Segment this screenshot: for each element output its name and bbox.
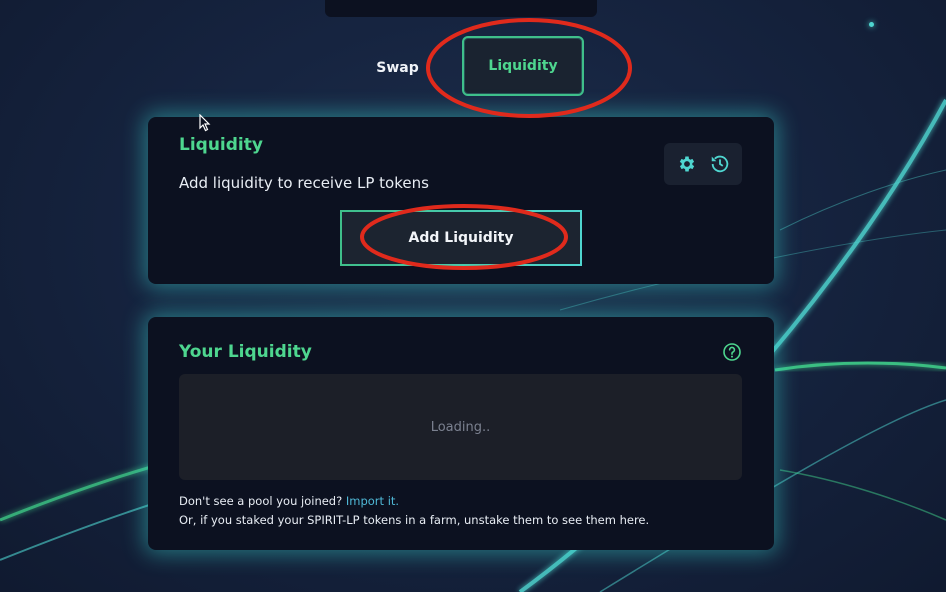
mouse-cursor-icon bbox=[199, 114, 211, 132]
liquidity-card-title: Liquidity bbox=[179, 135, 263, 155]
decorative-star bbox=[869, 22, 874, 27]
question-circle-icon[interactable] bbox=[722, 342, 742, 362]
liquidity-card: Liquidity Add liquidity to receive LP to… bbox=[148, 117, 774, 284]
unstake-hint: Or, if you staked your SPIRIT-LP tokens … bbox=[179, 513, 650, 527]
tab-liquidity[interactable]: Liquidity bbox=[462, 36, 584, 96]
your-liquidity-title: Your Liquidity bbox=[179, 342, 312, 362]
add-liquidity-button[interactable]: Add Liquidity bbox=[340, 210, 582, 266]
top-bar bbox=[325, 0, 597, 17]
tab-swap[interactable]: Swap bbox=[370, 52, 425, 84]
import-link[interactable]: Import it. bbox=[346, 494, 399, 508]
loading-text: Loading.. bbox=[430, 419, 491, 435]
gear-icon[interactable] bbox=[674, 151, 700, 177]
liquidity-card-subtitle: Add liquidity to receive LP tokens bbox=[179, 174, 429, 192]
positions-loading-box: Loading.. bbox=[179, 374, 742, 480]
settings-toolbar bbox=[664, 143, 742, 185]
history-icon[interactable] bbox=[707, 151, 733, 177]
your-liquidity-card: Your Liquidity Loading.. Don't see a poo… bbox=[148, 317, 774, 550]
import-hint-text: Don't see a pool you joined? bbox=[179, 494, 343, 508]
import-hint: Don't see a pool you joined? Import it. bbox=[179, 494, 399, 508]
